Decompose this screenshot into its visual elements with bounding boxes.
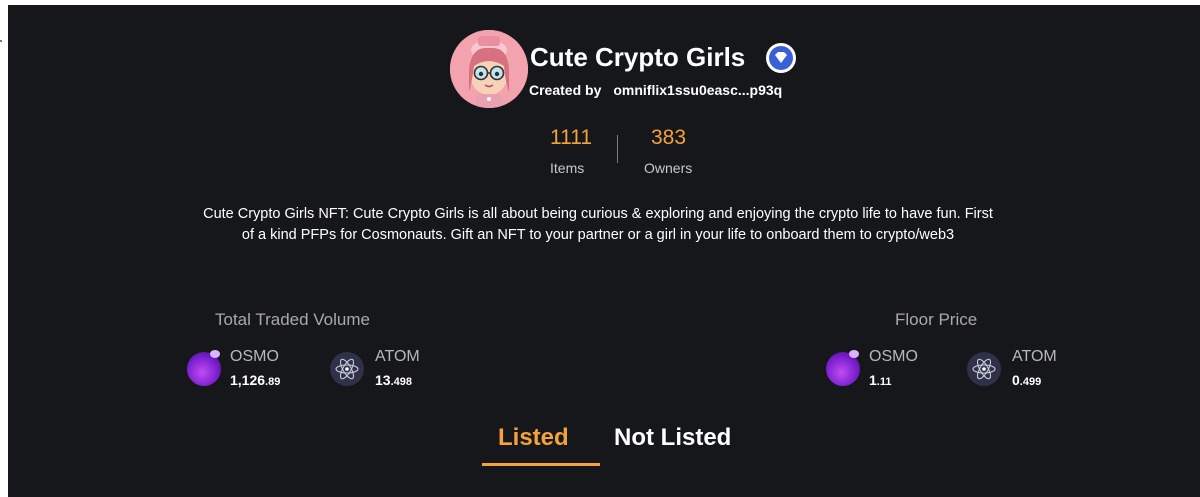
floor-osmo-name: OSMO	[869, 348, 918, 365]
atom-token-icon	[330, 352, 364, 386]
page-edge-dot	[0, 40, 2, 42]
volume-osmo-value: 1,126.89	[230, 372, 281, 388]
volume-osmo-name: OSMO	[230, 348, 279, 365]
atom-token-icon	[967, 352, 1001, 386]
items-count: 1111	[550, 126, 593, 149]
volume-atom-name: ATOM	[375, 348, 420, 365]
verified-badge-icon	[766, 43, 796, 73]
floor-osmo-value: 1.11	[869, 372, 892, 388]
creator-line: Created by omniflix1ssu0easc...p93q	[529, 82, 782, 98]
tab-listed[interactable]: Listed	[498, 424, 569, 452]
osmo-token-icon	[187, 350, 221, 386]
owners-label: Owners	[644, 160, 693, 176]
floor-atom-name: ATOM	[1012, 348, 1057, 365]
volume-atom-value: 13.498	[375, 372, 412, 388]
collection-title: Cute Crypto Girls	[530, 42, 746, 72]
total-volume-title: Total Traded Volume	[215, 310, 370, 329]
items-label: Items	[550, 160, 585, 176]
created-by-label: Created by	[529, 82, 602, 98]
owners-count: 383	[651, 126, 687, 149]
floor-atom-value: 0.499	[1012, 372, 1042, 388]
creator-address-link[interactable]: omniflix1ssu0easc...p93q	[613, 82, 782, 98]
collection-header-panel: Cute Crypto Girls Created by omniflix1ssu…	[8, 5, 1200, 497]
tab-not-listed[interactable]: Not Listed	[614, 424, 731, 452]
collection-avatar	[450, 30, 528, 108]
floor-price-title: Floor Price	[895, 310, 978, 329]
osmo-token-icon	[826, 350, 860, 386]
collection-description: Cute Crypto Girls NFT: Cute Crypto Girls…	[203, 206, 993, 243]
active-tab-indicator	[482, 463, 600, 466]
stats-divider	[617, 135, 618, 163]
